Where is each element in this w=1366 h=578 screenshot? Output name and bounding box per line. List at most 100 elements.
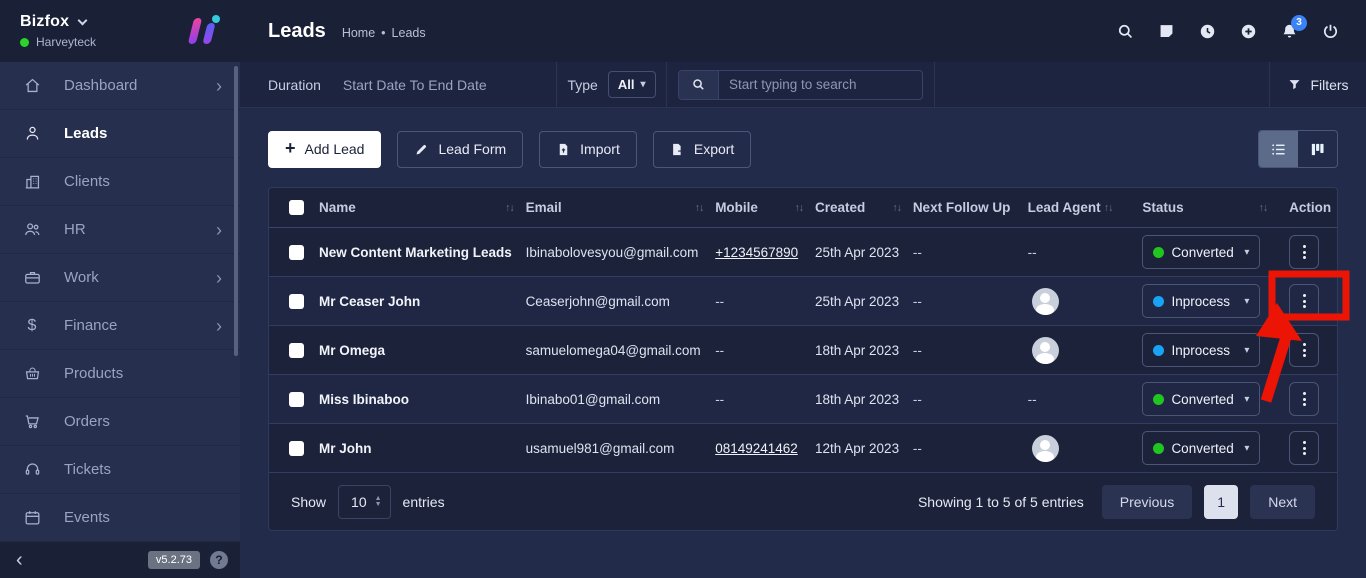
sidebar-item-events[interactable]: Events xyxy=(0,494,240,542)
sort-icon[interactable]: ↑↓ xyxy=(795,202,804,214)
row-checkbox[interactable] xyxy=(289,293,304,309)
power-icon[interactable] xyxy=(1321,22,1340,41)
add-lead-button[interactable]: + Add Lead xyxy=(268,130,382,168)
view-toggle xyxy=(1258,130,1338,168)
column-header-name[interactable]: Name xyxy=(319,200,356,215)
row-checkbox[interactable] xyxy=(289,342,304,358)
status-dropdown[interactable]: Converted ▾ xyxy=(1142,235,1261,269)
sidebar-item-products[interactable]: Products xyxy=(0,350,240,398)
row-actions-button[interactable] xyxy=(1289,431,1320,465)
status-label: Inprocess xyxy=(1171,342,1230,358)
select-all-checkbox[interactable] xyxy=(289,200,304,215)
content-area: + Add Lead Lead Form Import Export Name … xyxy=(240,108,1366,578)
current-page-button[interactable]: 1 xyxy=(1204,484,1239,519)
list-view-button[interactable] xyxy=(1259,131,1298,167)
row-actions-button[interactable] xyxy=(1289,235,1320,269)
lead-created: 25th Apr 2023 xyxy=(815,244,900,260)
type-dropdown[interactable]: All ▾ xyxy=(607,71,656,98)
workspace-switcher[interactable]: Bizfox xyxy=(20,13,96,31)
lead-created: 12th Apr 2023 xyxy=(815,440,900,456)
sidebar-item-work[interactable]: Work › xyxy=(0,254,240,302)
sort-icon[interactable]: ↑↓ xyxy=(505,202,514,214)
sidebar: Bizfox Harveyteck Dashboard › Leads Clie… xyxy=(0,0,240,578)
lead-form-button[interactable]: Lead Form xyxy=(397,130,524,168)
row-checkbox[interactable] xyxy=(289,391,304,407)
table-row: Mr Omega samuelomega04@gmail.com -- 18th… xyxy=(269,326,1337,375)
lead-email: Ibinabo01@gmail.com xyxy=(525,391,661,407)
status-dropdown[interactable]: Converted ▾ xyxy=(1142,431,1261,465)
next-page-button[interactable]: Next xyxy=(1250,484,1315,519)
notification-count-badge: 3 xyxy=(1291,14,1307,31)
people-icon xyxy=(0,220,64,239)
sidebar-nav: Dashboard › Leads Clients HR › Work › $ … xyxy=(0,62,240,542)
dollar-icon: $ xyxy=(27,316,37,334)
sidebar-item-label: Events xyxy=(64,509,110,526)
export-button[interactable]: Export xyxy=(652,130,752,168)
column-header-created[interactable]: Created xyxy=(815,200,865,215)
caret-down-icon: ▾ xyxy=(640,79,646,90)
status-dot xyxy=(1153,295,1165,307)
import-button[interactable]: Import xyxy=(539,130,637,168)
column-header-email[interactable]: Email xyxy=(526,200,562,215)
lead-agent-avatar xyxy=(1031,287,1059,315)
sidebar-footer: ‹ v5.2.73 ? xyxy=(0,542,240,578)
bell-icon[interactable]: 3 xyxy=(1280,14,1307,41)
lead-next-follow-up: -- xyxy=(912,391,922,407)
row-checkbox[interactable] xyxy=(289,244,304,260)
chevron-down-icon xyxy=(77,15,88,25)
status-label: Converted xyxy=(1171,440,1234,456)
collapse-sidebar-icon[interactable]: ‹ xyxy=(16,550,23,570)
pencil-icon xyxy=(416,144,427,154)
brand-name: Bizfox xyxy=(20,13,70,30)
status-dropdown[interactable]: Converted ▾ xyxy=(1142,382,1261,416)
sidebar-item-label: Dashboard xyxy=(64,77,138,94)
breadcrumb-home[interactable]: Home xyxy=(342,26,375,40)
table-header-row: Name ↑↓ Email ↑↓ Mobile ↑↓ Created ↑↓ Next F… xyxy=(269,188,1337,228)
sidebar-item-clients[interactable]: Clients xyxy=(0,158,240,206)
headset-icon xyxy=(0,460,64,479)
chevron-right-icon: › xyxy=(216,75,222,96)
row-actions-button[interactable] xyxy=(1289,333,1320,367)
sidebar-item-orders[interactable]: Orders xyxy=(0,398,240,446)
status-dot xyxy=(1153,442,1165,454)
column-header-next-follow-up[interactable]: Next Follow Up xyxy=(913,200,1011,215)
previous-page-button[interactable]: Previous xyxy=(1101,484,1193,519)
sort-icon[interactable]: ↑↓ xyxy=(892,202,901,214)
lead-mobile-link[interactable]: +1234567890 xyxy=(715,245,798,260)
search-box xyxy=(678,69,923,100)
notes-icon[interactable] xyxy=(1157,22,1176,41)
row-actions-button[interactable] xyxy=(1289,382,1320,416)
lead-agent-avatar xyxy=(1031,434,1059,462)
column-header-lead-agent[interactable]: Lead Agent xyxy=(1028,200,1101,215)
sidebar-item-tickets[interactable]: Tickets xyxy=(0,446,240,494)
sidebar-scrollbar[interactable] xyxy=(234,66,238,356)
page-size-select[interactable]: 10 ▲ ▼ xyxy=(338,484,391,519)
row-actions-button[interactable] xyxy=(1289,284,1320,318)
column-header-status[interactable]: Status xyxy=(1142,200,1183,215)
filters-button[interactable]: Filters xyxy=(1270,62,1366,107)
lead-email: Ibinabolovesyou@gmail.com xyxy=(525,244,699,260)
lead-mobile-link[interactable]: 08149241462 xyxy=(715,441,798,456)
sort-icon[interactable]: ↑↓ xyxy=(695,202,704,214)
status-dropdown[interactable]: Inprocess ▾ xyxy=(1142,284,1261,318)
search-icon[interactable] xyxy=(1116,22,1135,41)
column-header-mobile[interactable]: Mobile xyxy=(715,200,758,215)
add-circle-icon[interactable] xyxy=(1239,22,1258,41)
column-header-action: Action xyxy=(1289,200,1332,215)
date-range-input[interactable]: Start Date To End Date xyxy=(343,77,487,93)
sidebar-item-hr[interactable]: HR › xyxy=(0,206,240,254)
clock-icon[interactable] xyxy=(1198,22,1217,41)
sort-icon[interactable]: ↑↓ xyxy=(1259,202,1280,214)
sort-icon[interactable]: ↑↓ xyxy=(1104,202,1113,214)
sidebar-item-leads[interactable]: Leads xyxy=(0,110,240,158)
lead-email: Ceaserjohn@gmail.com xyxy=(525,293,670,309)
lead-name: Mr John xyxy=(318,440,372,456)
row-checkbox[interactable] xyxy=(289,440,304,456)
kanban-view-button[interactable] xyxy=(1298,131,1337,167)
sidebar-item-finance[interactable]: $ Finance › xyxy=(0,302,240,350)
help-icon[interactable]: ? xyxy=(210,551,228,569)
breadcrumb-separator: • xyxy=(381,25,386,40)
search-input[interactable] xyxy=(719,70,922,99)
status-dropdown[interactable]: Inprocess ▾ xyxy=(1142,333,1261,367)
sidebar-item-dashboard[interactable]: Dashboard › xyxy=(0,62,240,110)
